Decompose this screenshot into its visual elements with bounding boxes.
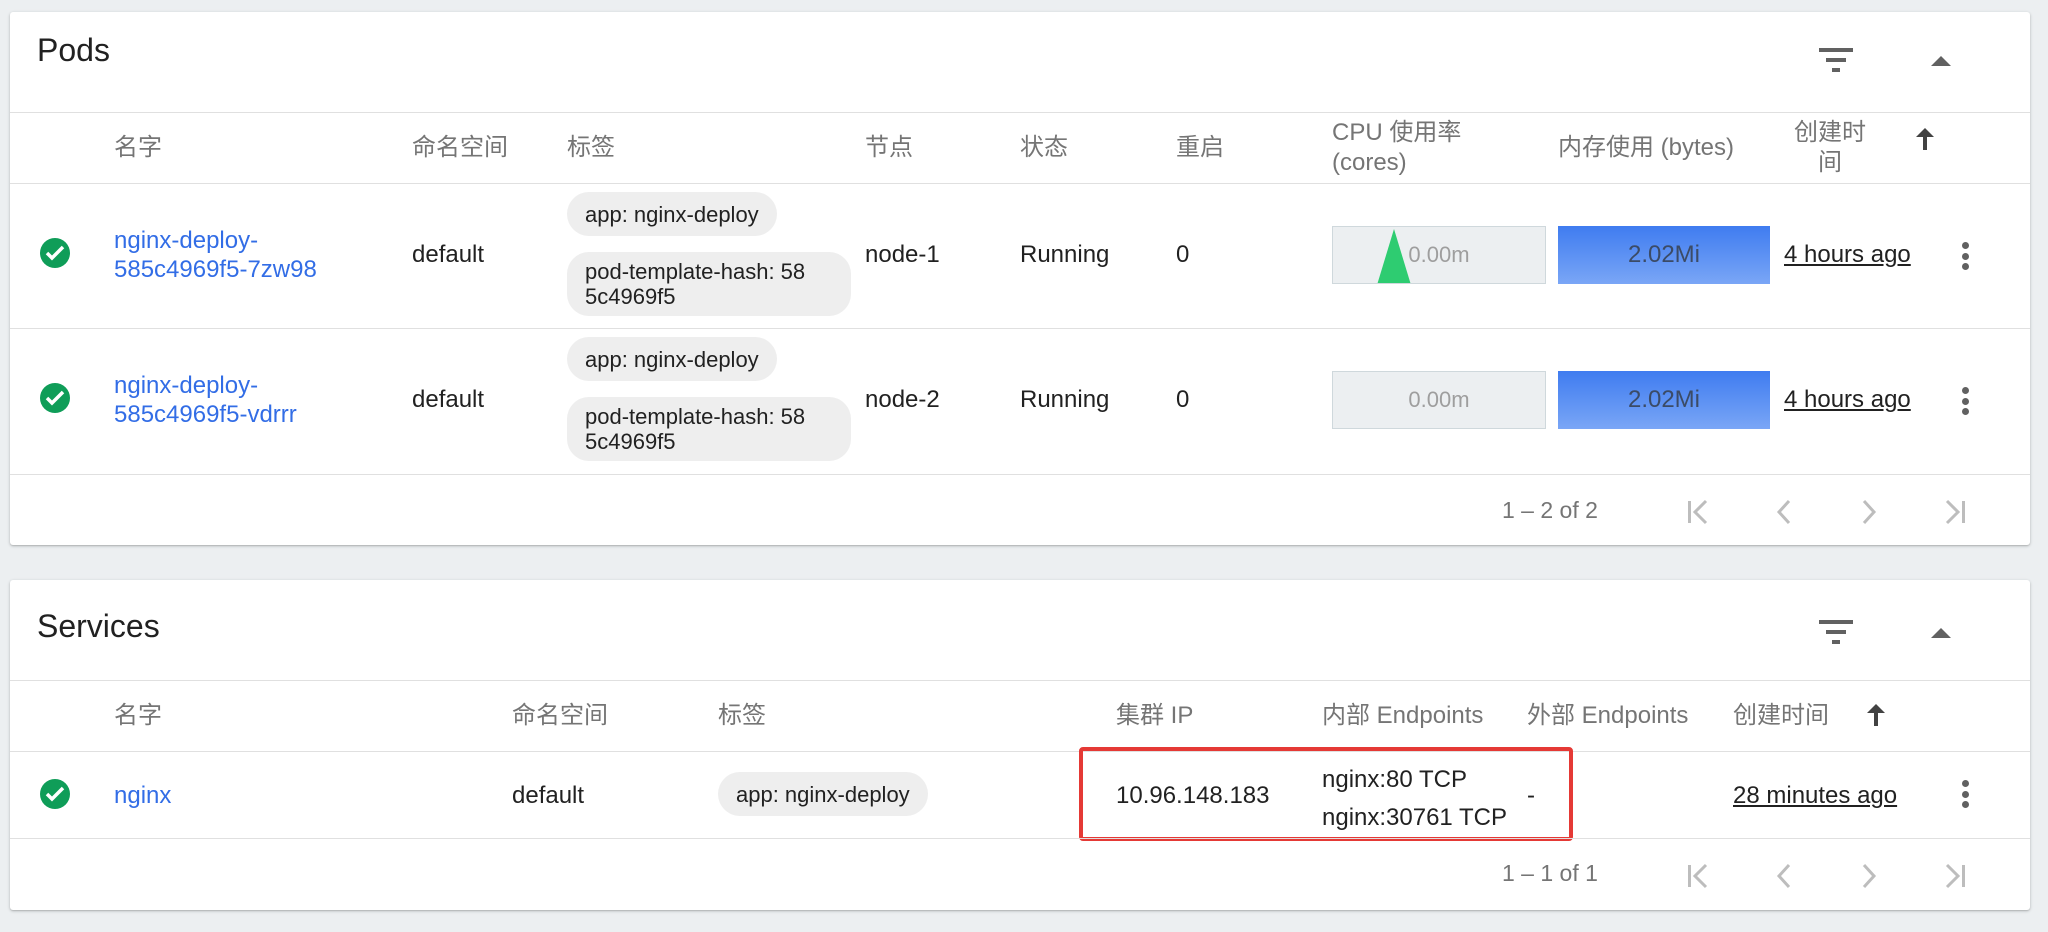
label-chip: app: nginx-deploy xyxy=(567,337,777,381)
divider xyxy=(10,838,2030,839)
pod-node: node-1 xyxy=(865,241,940,268)
first-page-icon[interactable] xyxy=(1679,492,1719,532)
divider xyxy=(10,474,2030,475)
label-text: app: nginx-deploy xyxy=(585,201,759,227)
service-namespace: default xyxy=(512,782,585,809)
pod-name-link[interactable]: nginx-deploy- 585c4969f5-vdrrr xyxy=(114,371,297,429)
filter-icon[interactable] xyxy=(1814,610,1858,654)
pod-name-line1: nginx-deploy- xyxy=(114,227,259,254)
label-text: 5c4969f5 xyxy=(585,284,676,309)
col-created-line2: 间 xyxy=(1818,149,1842,176)
col-cluster-ip: 集群 IP xyxy=(1116,702,1194,729)
col-cpu: CPU 使用率 (cores) xyxy=(1332,118,1461,178)
check-circle-icon xyxy=(40,779,70,809)
first-page-icon[interactable] xyxy=(1679,856,1719,896)
memory-bar: 2.02Mi xyxy=(1558,371,1770,429)
label-text: pod-template-hash: 58 xyxy=(585,259,806,284)
label-text: app: nginx-deploy xyxy=(736,781,910,807)
col-created-line1: 创建时 xyxy=(1794,119,1866,146)
chevron-up-icon[interactable] xyxy=(1919,38,1963,82)
col-external-endpoints: 外部 Endpoints xyxy=(1527,702,1689,729)
col-cpu-line2: (cores) xyxy=(1332,149,1407,176)
pod-name-line2: 585c4969f5-vdrrr xyxy=(114,401,297,428)
pod-name-line1: nginx-deploy- xyxy=(114,372,259,399)
more-vert-icon[interactable] xyxy=(1955,238,1975,274)
col-memory: 内存使用 (bytes) xyxy=(1558,134,1735,161)
pod-restarts: 0 xyxy=(1176,386,1190,413)
memory-value: 2.02Mi xyxy=(1627,241,1701,268)
col-namespace[interactable]: 命名空间 xyxy=(512,701,608,731)
arrow-up-icon[interactable] xyxy=(1910,124,1940,154)
pods-card: Pods 名字 命名空间 标签 节点 状态 重启 CPU 使用率 (cores)… xyxy=(10,12,2030,545)
col-labels: 标签 xyxy=(567,134,615,161)
last-page-icon[interactable] xyxy=(1934,856,1974,896)
more-vert-icon[interactable] xyxy=(1955,776,1975,812)
pod-namespace: default xyxy=(412,386,485,413)
label-chip: pod-template-hash: 58 5c4969f5 xyxy=(567,252,851,316)
divider xyxy=(10,183,2030,184)
chevron-up-icon[interactable] xyxy=(1919,610,1963,654)
chevron-left-icon[interactable] xyxy=(1764,856,1804,896)
pod-created[interactable]: 4 hours ago xyxy=(1784,385,1911,414)
memory-value: 2.02Mi xyxy=(1627,386,1701,413)
label-chip: app: nginx-deploy xyxy=(567,192,777,236)
pod-node: node-2 xyxy=(865,386,940,413)
divider xyxy=(10,680,2030,681)
cpu-spark-peak xyxy=(1377,229,1411,283)
pager-range: 1 – 1 of 1 xyxy=(1502,860,1598,886)
pod-created[interactable]: 4 hours ago xyxy=(1784,240,1911,269)
pods-title: Pods xyxy=(37,32,110,68)
col-namespace[interactable]: 命名空间 xyxy=(412,133,508,163)
check-circle-icon xyxy=(40,238,70,268)
col-name[interactable]: 名字 xyxy=(114,133,162,163)
col-internal-endpoints: 内部 Endpoints xyxy=(1322,702,1484,729)
col-created[interactable]: 创建时间 xyxy=(1733,701,1829,731)
services-title: Services xyxy=(37,608,160,644)
label-text: pod-template-hash: 58 xyxy=(585,404,806,429)
last-page-icon[interactable] xyxy=(1934,492,1974,532)
pod-namespace: default xyxy=(412,241,485,268)
chevron-right-icon[interactable] xyxy=(1849,856,1889,896)
col-cpu-line1: CPU 使用率 xyxy=(1332,119,1462,146)
services-card: Services 名字 命名空间 标签 集群 IP 内部 Endpoints 外… xyxy=(10,580,2030,910)
col-status[interactable]: 状态 xyxy=(1020,133,1068,163)
check-circle-icon xyxy=(40,383,70,413)
label-chip: pod-template-hash: 58 5c4969f5 xyxy=(567,397,851,461)
label-text: app: nginx-deploy xyxy=(585,346,759,372)
filter-icon[interactable] xyxy=(1814,38,1858,82)
pod-status: Running xyxy=(1020,241,1110,268)
cpu-sparkline: 0.00m xyxy=(1332,226,1546,284)
pod-name-link[interactable]: nginx-deploy- 585c4969f5-7zw98 xyxy=(114,226,317,284)
col-node[interactable]: 节点 xyxy=(865,133,913,163)
pod-name-line2: 585c4969f5-7zw98 xyxy=(114,256,317,283)
col-created[interactable]: 创建时 间 xyxy=(1794,118,1866,178)
label-chip: app: nginx-deploy xyxy=(718,772,928,816)
arrow-up-icon[interactable] xyxy=(1861,700,1891,730)
service-name-link[interactable]: nginx xyxy=(114,781,171,810)
pager-range: 1 – 2 of 2 xyxy=(1502,497,1598,523)
pod-status: Running xyxy=(1020,386,1110,413)
service-created[interactable]: 28 minutes ago xyxy=(1733,781,1897,810)
pod-restarts: 0 xyxy=(1176,241,1190,268)
chevron-right-icon[interactable] xyxy=(1849,492,1889,532)
divider xyxy=(10,751,2030,752)
chevron-left-icon[interactable] xyxy=(1764,492,1804,532)
col-name[interactable]: 名字 xyxy=(114,701,162,731)
memory-bar: 2.02Mi xyxy=(1558,226,1770,284)
cpu-value: 0.00m xyxy=(1408,387,1470,412)
divider xyxy=(10,328,2030,329)
more-vert-icon[interactable] xyxy=(1955,383,1975,419)
label-text: 5c4969f5 xyxy=(585,429,676,454)
cpu-sparkline: 0.00m xyxy=(1332,371,1546,429)
divider xyxy=(10,112,2030,113)
col-restarts[interactable]: 重启 xyxy=(1176,133,1224,163)
highlight-annotation-box xyxy=(1079,747,1573,841)
col-labels: 标签 xyxy=(718,702,766,729)
cpu-value: 0.00m xyxy=(1408,242,1470,267)
